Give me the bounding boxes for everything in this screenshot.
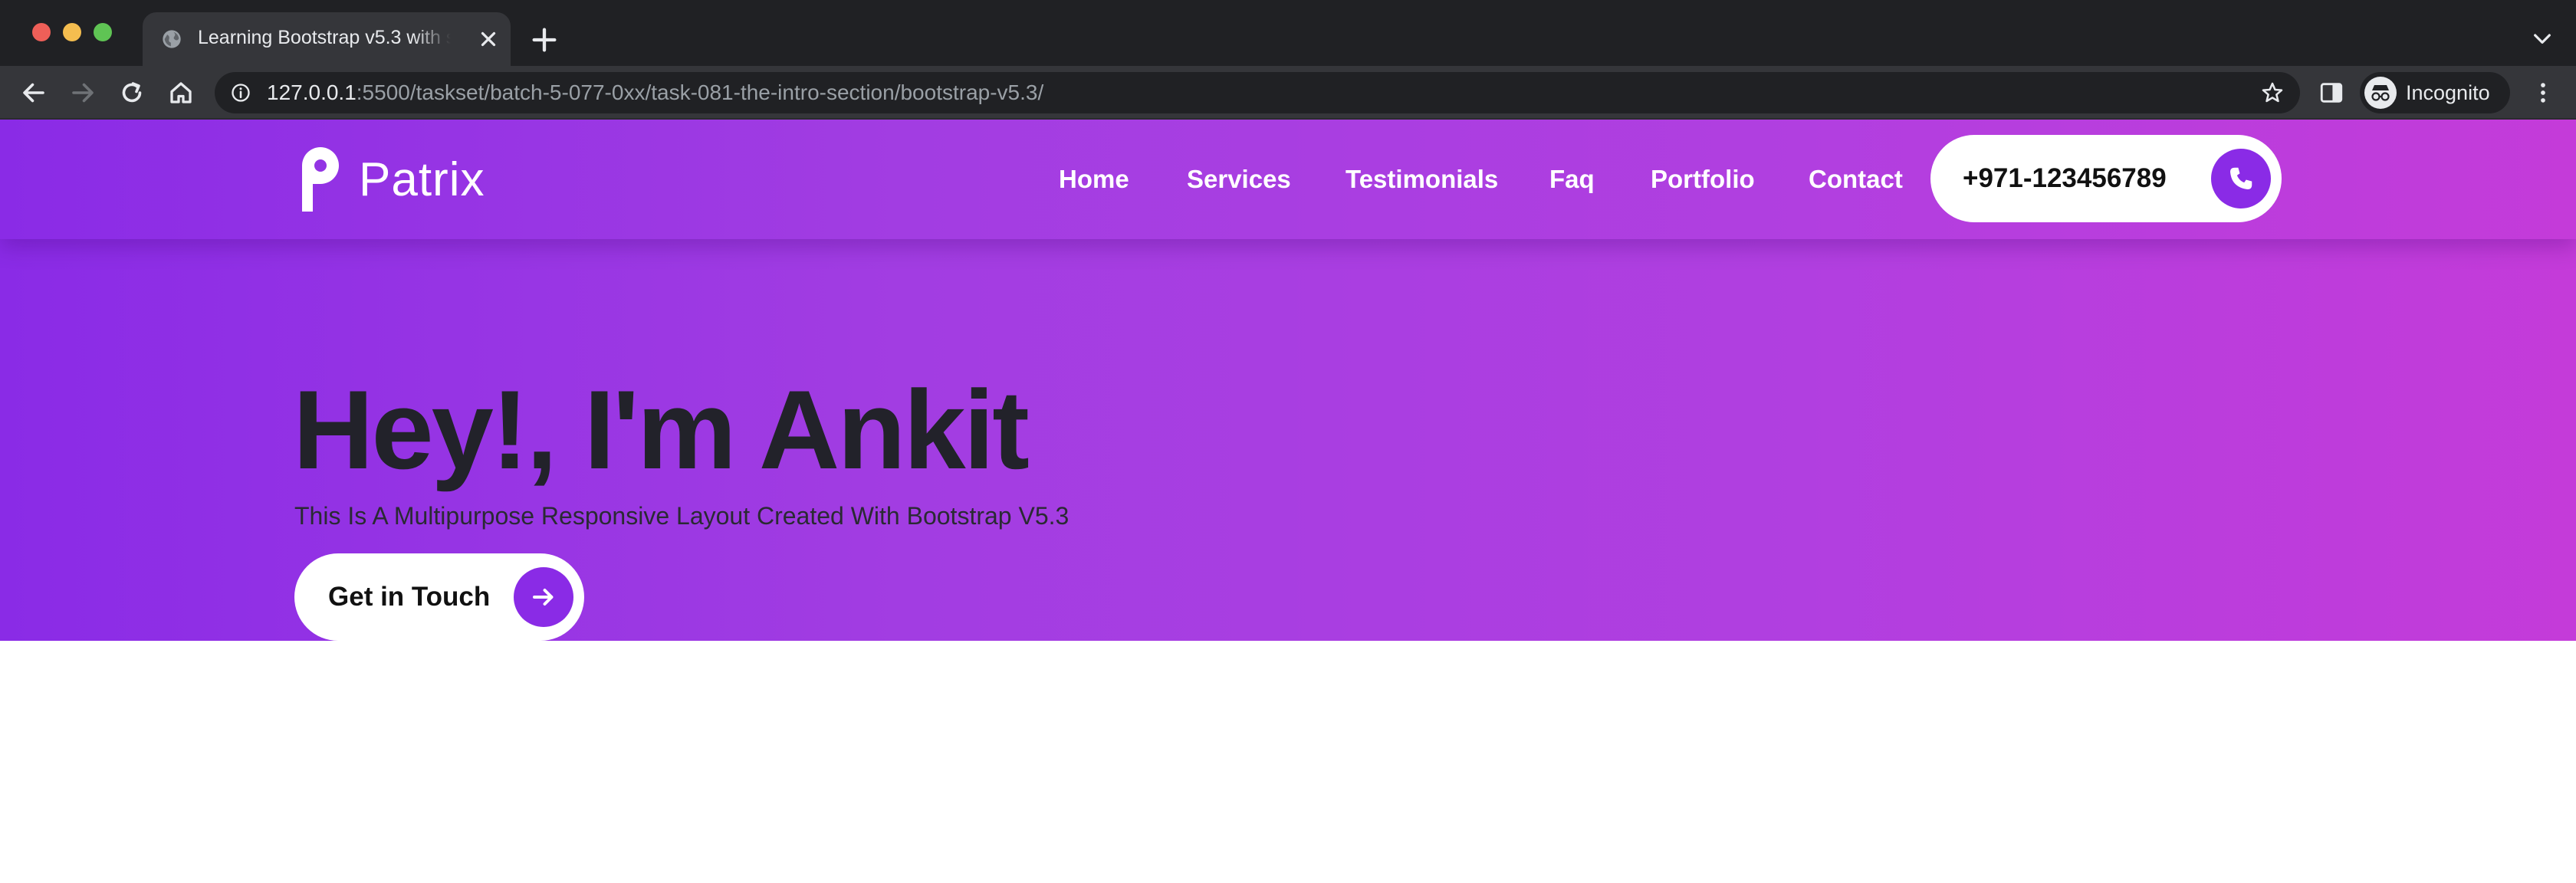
phone-number: +971-123456789 <box>1963 163 2167 193</box>
phone-icon-badge <box>2211 149 2271 208</box>
home-icon[interactable] <box>167 79 195 107</box>
site-navbar: Patrix Home Services Testimonials Faq Po… <box>0 120 2576 239</box>
incognito-profile-button[interactable]: Incognito <box>2360 72 2510 113</box>
cta-icon-badge <box>514 567 573 627</box>
intro-section: Patrix Home Services Testimonials Faq Po… <box>0 120 2576 641</box>
nav-link-home[interactable]: Home <box>1059 120 1129 239</box>
nav-link-faq[interactable]: Faq <box>1549 120 1595 239</box>
nav-link-contact[interactable]: Contact <box>1809 120 1903 239</box>
tab-title: Learning Bootstrap v5.3 with s <box>198 27 451 48</box>
more-menu-icon[interactable] <box>2530 80 2556 106</box>
reload-icon[interactable] <box>118 79 146 107</box>
window-minimize-button[interactable] <box>63 23 81 41</box>
url-text: 127.0.0.1:5500/taskset/batch-5-077-0xx/t… <box>267 72 1043 113</box>
browser-toolbar: 127.0.0.1:5500/taskset/batch-5-077-0xx/t… <box>0 66 2576 120</box>
url-path: :5500/taskset/batch-5-077-0xx/task-081-t… <box>356 80 1044 104</box>
address-bar[interactable]: 127.0.0.1:5500/taskset/batch-5-077-0xx/t… <box>215 72 2300 113</box>
incognito-label: Incognito <box>2406 81 2490 104</box>
url-host: 127.0.0.1 <box>267 80 356 104</box>
cta-label: Get in Touch <box>328 582 491 612</box>
hero-subtitle: This Is A Multipurpose Responsive Layout… <box>294 502 1070 530</box>
globe-icon <box>163 30 181 48</box>
browser-tab-active[interactable]: Learning Bootstrap v5.3 with s <box>143 12 511 66</box>
nav-link-portfolio[interactable]: Portfolio <box>1651 120 1755 239</box>
page-viewport: Patrix Home Services Testimonials Faq Po… <box>0 120 2576 883</box>
bookmark-star-icon[interactable] <box>2260 80 2285 105</box>
phone-button[interactable]: +971-123456789 <box>1930 135 2282 222</box>
chevron-down-icon[interactable] <box>2530 26 2555 51</box>
new-tab-icon[interactable] <box>529 25 560 55</box>
forward-arrow-icon[interactable] <box>69 79 97 107</box>
nav-link-testimonials[interactable]: Testimonials <box>1346 120 1498 239</box>
window-maximize-button[interactable] <box>94 23 112 41</box>
site-info-icon[interactable] <box>230 82 251 103</box>
browser-tab-bar: Learning Bootstrap v5.3 with s <box>0 0 2576 66</box>
side-panel-icon[interactable] <box>2318 80 2344 106</box>
phone-icon <box>2230 167 2252 189</box>
back-arrow-icon[interactable] <box>20 79 48 107</box>
window-close-button[interactable] <box>32 23 51 41</box>
close-icon[interactable] <box>477 28 500 51</box>
hero-title: Hey!, I'm Ankit <box>293 367 1030 492</box>
incognito-icon <box>2364 77 2397 109</box>
arrow-right-icon <box>533 589 554 606</box>
nav-link-services[interactable]: Services <box>1187 120 1291 239</box>
get-in-touch-button[interactable]: Get in Touch <box>294 553 584 641</box>
